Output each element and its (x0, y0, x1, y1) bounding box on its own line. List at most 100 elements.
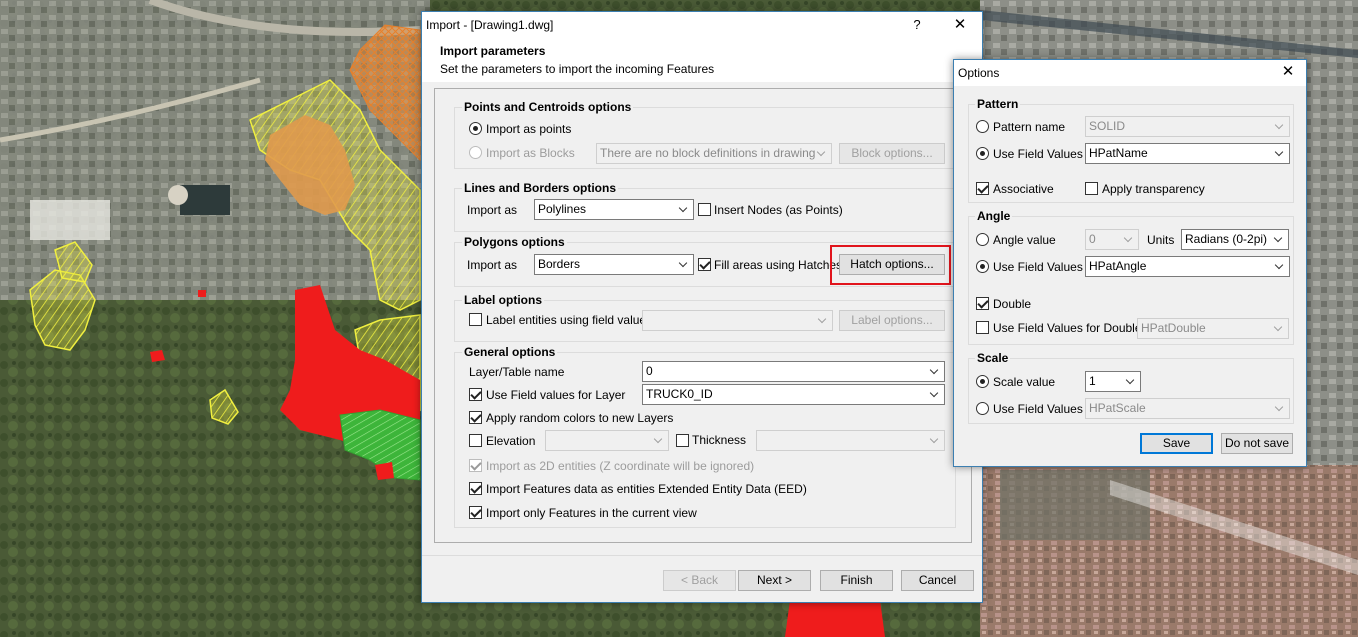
angle-value-radio[interactable] (976, 233, 989, 246)
pattern-field-select[interactable]: HPatName (1085, 143, 1290, 164)
angle-value-label: Angle value (993, 233, 1056, 247)
scale-value-radio[interactable] (976, 375, 989, 388)
angle-field-select[interactable]: HPatAngle (1085, 256, 1290, 277)
use-field-values-layer-label: Use Field values for Layer (486, 388, 626, 402)
chevron-down-icon (927, 362, 944, 381)
angle-group: Angle Angle value 0 Units Radians (0-2pi… (968, 209, 1294, 345)
associative-checkbox[interactable] (976, 182, 989, 195)
import-current-view-label: Import only Features in the current view (486, 506, 697, 520)
cancel-button[interactable]: Cancel (901, 570, 974, 591)
chevron-down-icon (814, 144, 831, 163)
apply-random-colors-label: Apply random colors to new Layers (486, 411, 674, 425)
label-entities-label: Label entities using field value (486, 313, 647, 327)
block-definition-select[interactable]: There are no block definitions in drawin… (596, 143, 832, 164)
close-icon[interactable]: ✕ (940, 12, 980, 40)
thickness-checkbox[interactable] (676, 434, 689, 447)
angle-use-field-values-radio[interactable] (976, 260, 989, 273)
pattern-name-radio[interactable] (976, 120, 989, 133)
thickness-select[interactable] (756, 430, 945, 451)
scale-value-select[interactable]: 1 (1085, 371, 1141, 392)
label-options-button[interactable]: Label options... (839, 310, 945, 331)
double-label: Double (993, 297, 1032, 311)
fill-areas-checkbox[interactable] (698, 258, 711, 271)
import-current-view-checkbox[interactable] (469, 506, 482, 519)
apply-random-colors-checkbox[interactable] (469, 411, 482, 424)
layer-field-select[interactable]: TRUCK0_ID (642, 384, 945, 405)
chevron-down-icon (676, 255, 693, 274)
hatch-options-highlight (830, 245, 951, 285)
polygons-import-as-label: Import as (467, 258, 518, 272)
chevron-down-icon (1123, 372, 1140, 391)
angle-group-title: Angle (975, 209, 1013, 223)
label-entities-checkbox[interactable] (469, 313, 482, 326)
lines-group-title: Lines and Borders options (462, 181, 619, 195)
do-not-save-button[interactable]: Do not save (1221, 433, 1293, 454)
import-as-blocks-radio[interactable] (469, 146, 482, 159)
import-dialog-titlebar[interactable]: Import - [Drawing1.dwg] ? ✕ (422, 12, 982, 40)
angle-value-select[interactable]: 0 (1085, 229, 1139, 250)
scale-use-field-values-radio[interactable] (976, 402, 989, 415)
finish-button[interactable]: Finish (820, 570, 893, 591)
lines-import-as-label: Import as (467, 203, 518, 217)
pattern-use-field-values-label: Use Field Values (993, 147, 1083, 161)
help-button[interactable]: ? (897, 12, 937, 40)
chevron-down-icon (1272, 399, 1289, 418)
import-as-points-radio[interactable] (469, 122, 482, 135)
layer-table-select[interactable]: 0 (642, 361, 945, 382)
import-dialog-title: Import - [Drawing1.dwg] (426, 18, 554, 32)
chevron-down-icon (1272, 144, 1289, 163)
import-eed-checkbox[interactable] (469, 482, 482, 495)
scale-field-select[interactable]: HPatScale (1085, 398, 1290, 419)
label-group: Label options Label entities using field… (454, 293, 956, 342)
associative-label: Associative (993, 182, 1054, 196)
insert-nodes-checkbox[interactable] (698, 203, 711, 216)
elevation-select[interactable] (545, 430, 669, 451)
options-dialog-titlebar[interactable]: Options ✕ (954, 60, 1306, 86)
thickness-label: Thickness (692, 433, 747, 447)
pattern-name-select[interactable]: SOLID (1085, 116, 1290, 137)
chevron-down-icon (815, 311, 832, 330)
units-select[interactable]: Radians (0-2pi) (1181, 229, 1289, 250)
label-group-title: Label options (462, 293, 544, 307)
import-2d-checkbox[interactable] (469, 459, 482, 472)
scale-group: Scale Scale value 1 Use Field Values HPa… (968, 351, 1294, 424)
pattern-name-label: Pattern name (993, 120, 1066, 134)
import-as-points-label: Import as points (486, 122, 572, 136)
double-checkbox[interactable] (976, 297, 989, 310)
chevron-down-icon (1272, 117, 1289, 136)
chevron-down-icon (676, 200, 693, 219)
scale-use-field-values-label: Use Field Values (993, 402, 1083, 416)
chevron-down-icon (1271, 230, 1288, 249)
pattern-use-field-values-radio[interactable] (976, 147, 989, 160)
import-dialog: Import - [Drawing1.dwg] ? ✕ Import param… (421, 11, 983, 603)
label-field-select[interactable] (642, 310, 833, 331)
polygons-import-as-select[interactable]: Borders (534, 254, 694, 275)
points-group: Points and Centroids options Import as p… (454, 100, 956, 169)
footer-separator (422, 555, 982, 556)
chevron-down-icon (927, 385, 944, 404)
lines-group: Lines and Borders options Import as Poly… (454, 181, 956, 232)
apply-transparency-checkbox[interactable] (1085, 182, 1098, 195)
fill-areas-label: Fill areas using Hatches (714, 258, 843, 272)
lines-import-as-select[interactable]: Polylines (534, 199, 694, 220)
double-field-select[interactable]: HPatDouble (1137, 318, 1289, 339)
use-field-values-layer-checkbox[interactable] (469, 388, 482, 401)
save-button[interactable]: Save (1140, 433, 1213, 454)
back-button[interactable]: < Back (663, 570, 736, 591)
import-header: Import parameters Set the parameters to … (422, 40, 982, 82)
layer-table-label: Layer/Table name (469, 365, 565, 379)
use-field-values-double-checkbox[interactable] (976, 321, 989, 334)
chevron-down-icon (1271, 319, 1288, 338)
options-dialog-title: Options (958, 66, 1000, 80)
elevation-checkbox[interactable] (469, 434, 482, 447)
import-eed-label: Import Features data as entities Extende… (486, 482, 807, 496)
import-2d-label: Import as 2D entities (Z coordinate will… (486, 459, 755, 473)
import-header-subtitle: Set the parameters to import the incomin… (440, 62, 715, 76)
block-options-button[interactable]: Block options... (839, 143, 945, 164)
options-dialog: Options ✕ Pattern Pattern name SOLID Use… (953, 59, 1307, 467)
apply-transparency-label: Apply transparency (1102, 182, 1205, 196)
next-button[interactable]: Next > (738, 570, 811, 591)
general-group: General options Layer/Table name 0 Use F… (454, 345, 956, 528)
close-icon[interactable]: ✕ (1270, 60, 1306, 86)
insert-nodes-label: Insert Nodes (as Points) (714, 203, 843, 217)
